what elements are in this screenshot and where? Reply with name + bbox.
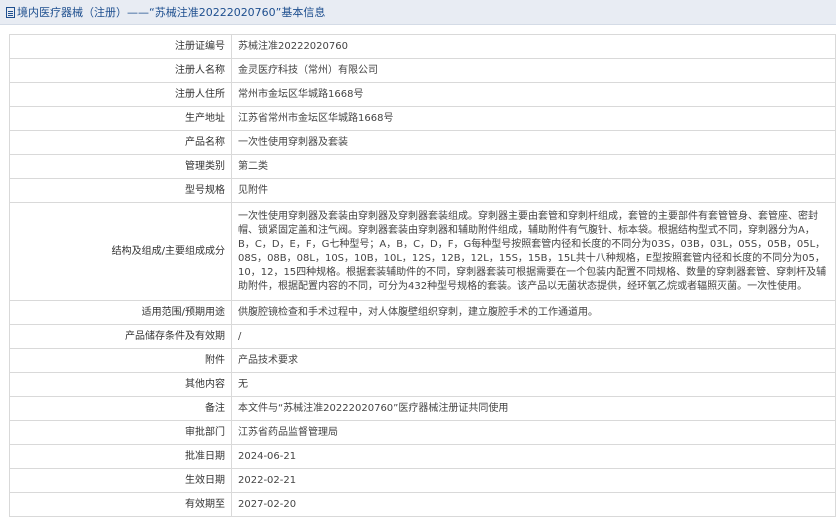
field-label: 审批部门	[9, 420, 232, 445]
field-value: 供腹腔镜检查和手术过程中，对人体腹壁组织穿刺，建立腹腔手术的工作通道用。	[231, 300, 836, 325]
row-registrant-name: 注册人名称 金灵医疗科技（常州）有限公司	[9, 58, 836, 83]
field-value: 一次性使用穿刺器及套装由穿刺器及穿刺器套装组成。穿刺器主要由套管和穿刺杆组成，套…	[231, 202, 836, 301]
field-label: 其他内容	[9, 372, 232, 397]
field-value: 2024-06-21	[231, 444, 836, 469]
document-icon	[6, 6, 15, 18]
field-value: 见附件	[231, 178, 836, 203]
field-value: 常州市金坛区华城路1668号	[231, 82, 836, 107]
row-valid-until: 有效期至 2027-02-20	[9, 492, 836, 517]
field-label: 注册证编号	[9, 34, 232, 59]
row-approval-date: 批准日期 2024-06-21	[9, 444, 836, 469]
field-label: 产品储存条件及有效期	[9, 324, 232, 349]
row-effective-date: 生效日期 2022-02-21	[9, 468, 836, 493]
field-value: /	[231, 324, 836, 349]
row-structure-composition: 结构及组成/主要组成成分 一次性使用穿刺器及套装由穿刺器及穿刺器套装组成。穿刺器…	[9, 202, 836, 301]
field-value: 2027-02-20	[231, 492, 836, 517]
row-intended-use: 适用范围/预期用途 供腹腔镜检查和手术过程中，对人体腹壁组织穿刺，建立腹腔手术的…	[9, 300, 836, 325]
row-production-address: 生产地址 江苏省常州市金坛区华城路1668号	[9, 106, 836, 131]
detail-table: 注册证编号 苏械注准20222020760 注册人名称 金灵医疗科技（常州）有限…	[9, 34, 836, 517]
field-label: 管理类别	[9, 154, 232, 179]
field-value: 一次性使用穿刺器及套装	[231, 130, 836, 155]
field-label: 备注	[9, 396, 232, 421]
field-value: 2022-02-21	[231, 468, 836, 493]
field-label: 产品名称	[9, 130, 232, 155]
field-label: 批准日期	[9, 444, 232, 469]
row-registration-number: 注册证编号 苏械注准20222020760	[9, 34, 836, 59]
field-label: 注册人名称	[9, 58, 232, 83]
row-product-name: 产品名称 一次性使用穿刺器及套装	[9, 130, 836, 155]
row-remarks: 备注 本文件与“苏械注准20222020760”医疗器械注册证共同使用	[9, 396, 836, 421]
row-model-spec: 型号规格 见附件	[9, 178, 836, 203]
field-value: 苏械注准20222020760	[231, 34, 836, 59]
field-value: 无	[231, 372, 836, 397]
field-value: 江苏省药品监督管理局	[231, 420, 836, 445]
field-value: 产品技术要求	[231, 348, 836, 373]
page-title: 境内医疗器械（注册）——“苏械注准20222020760”基本信息	[17, 6, 326, 19]
row-storage-validity: 产品储存条件及有效期 /	[9, 324, 836, 349]
field-value: 金灵医疗科技（常州）有限公司	[231, 58, 836, 83]
field-label: 型号规格	[9, 178, 232, 203]
field-label: 生效日期	[9, 468, 232, 493]
field-value: 本文件与“苏械注准20222020760”医疗器械注册证共同使用	[231, 396, 836, 421]
field-label: 适用范围/预期用途	[9, 300, 232, 325]
field-label: 结构及组成/主要组成成分	[9, 202, 232, 301]
row-registrant-address: 注册人住所 常州市金坛区华城路1668号	[9, 82, 836, 107]
row-attachment: 附件 产品技术要求	[9, 348, 836, 373]
page-header: 境内医疗器械（注册）——“苏械注准20222020760”基本信息	[0, 0, 836, 25]
field-label: 有效期至	[9, 492, 232, 517]
row-management-category: 管理类别 第二类	[9, 154, 836, 179]
field-label: 注册人住所	[9, 82, 232, 107]
field-label: 生产地址	[9, 106, 232, 131]
detail-table-container: 注册证编号 苏械注准20222020760 注册人名称 金灵医疗科技（常州）有限…	[9, 34, 836, 517]
field-value: 江苏省常州市金坛区华城路1668号	[231, 106, 836, 131]
field-label: 附件	[9, 348, 232, 373]
row-other-content: 其他内容 无	[9, 372, 836, 397]
field-value: 第二类	[231, 154, 836, 179]
row-approval-department: 审批部门 江苏省药品监督管理局	[9, 420, 836, 445]
